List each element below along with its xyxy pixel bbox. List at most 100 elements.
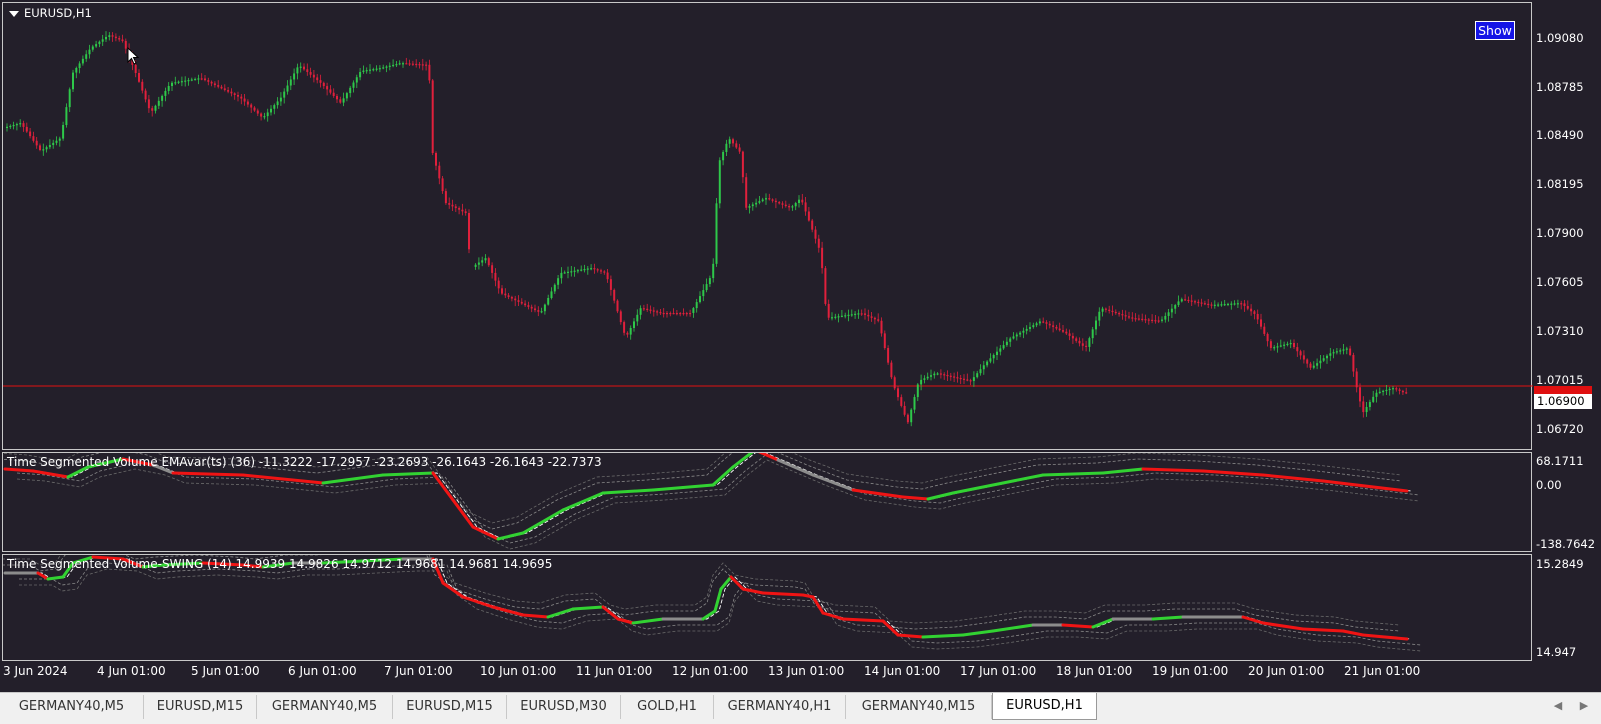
- candle-body: [982, 365, 985, 370]
- triangle-left-icon[interactable]: ◀: [1550, 697, 1566, 715]
- candle-body: [309, 72, 312, 75]
- candle-body: [111, 35, 114, 37]
- tab-eurusd-m30[interactable]: EURUSD,M30: [507, 695, 621, 719]
- candle-body: [1355, 371, 1358, 388]
- candle-body: [1276, 346, 1279, 348]
- candle-body: [860, 313, 863, 315]
- candle-body: [52, 142, 55, 146]
- candle-body: [1167, 312, 1170, 316]
- show-button[interactable]: Show: [1475, 21, 1515, 40]
- candle-body: [1385, 389, 1388, 392]
- candle-body: [48, 145, 51, 148]
- tsv-swing-line-segment: [1241, 615, 1265, 625]
- candle-body: [953, 376, 956, 378]
- candle-body: [1240, 303, 1243, 305]
- candle-body: [180, 81, 183, 83]
- candle-body: [576, 270, 579, 272]
- price-axis-label: 1.09080: [1536, 31, 1584, 45]
- candle-body: [1220, 304, 1223, 306]
- triangle-right-icon[interactable]: ▶: [1576, 697, 1592, 715]
- candle-body: [187, 80, 190, 82]
- chart-window[interactable]: EURUSD,H1 Show Time Segmented Volume EMA…: [0, 0, 1601, 692]
- tsv-emavar-line-segment: [851, 488, 905, 499]
- tab-germany40-m15[interactable]: GERMANY40,M15: [846, 695, 992, 719]
- candle-body: [190, 79, 193, 81]
- candle-body: [768, 198, 771, 200]
- candle-body: [95, 44, 98, 47]
- price-chart-pane[interactable]: EURUSD,H1 Show: [2, 2, 1533, 451]
- candle-body: [570, 271, 573, 273]
- tab-eurusd-h1[interactable]: EURUSD,H1: [992, 693, 1097, 720]
- candle-body: [778, 202, 781, 204]
- candle-body: [306, 69, 309, 73]
- candle-body: [956, 377, 959, 379]
- candlestick-chart[interactable]: [3, 3, 1533, 451]
- candle-body: [1217, 304, 1220, 306]
- tsv-swing-line-segment: [801, 593, 815, 599]
- candle-body: [1081, 343, 1084, 346]
- chart-symbol-title[interactable]: EURUSD,H1: [9, 6, 92, 20]
- candle-body: [428, 64, 431, 81]
- candle-body: [392, 64, 395, 67]
- candle-body: [484, 258, 487, 261]
- candle-body: [256, 110, 259, 114]
- candle-body: [9, 125, 12, 128]
- indicator-tsv-swing-pane[interactable]: Time Segmented Volume-SWING (14) 14.9939…: [2, 554, 1532, 661]
- collapse-triangle-icon[interactable]: [9, 10, 19, 17]
- candle-body: [1154, 320, 1157, 322]
- tsv-emavar-line-segment: [171, 471, 245, 477]
- candle-body: [164, 90, 167, 96]
- candle-body: [1362, 401, 1365, 413]
- candle-body: [821, 247, 824, 269]
- candle-body: [943, 374, 946, 376]
- candle-body: [141, 81, 144, 91]
- candle-body: [1388, 388, 1391, 391]
- candle-body: [332, 92, 335, 96]
- candle-body: [1345, 348, 1348, 350]
- candle-body: [603, 271, 606, 273]
- tab-eurusd-m15[interactable]: EURUSD,M15: [393, 695, 507, 719]
- candle-body: [138, 73, 140, 82]
- candle-body: [774, 200, 777, 203]
- tab-gold-h1[interactable]: GOLD,H1: [621, 695, 714, 719]
- candle-body: [1382, 390, 1385, 393]
- candle-body: [210, 81, 213, 84]
- candle-body: [827, 303, 830, 318]
- candle-body: [1170, 308, 1173, 313]
- candle-body: [867, 314, 870, 317]
- candle-body: [679, 313, 682, 315]
- tab-eurusd-m15[interactable]: EURUSD,M15: [144, 695, 257, 719]
- candle-body: [1253, 311, 1256, 314]
- tsv-swing-line-segment: [546, 607, 575, 619]
- candle-body: [98, 41, 101, 45]
- tsv-emavar-line-segment: [561, 491, 605, 512]
- tsv-swing-line-segment: [761, 591, 805, 597]
- candle-body: [662, 312, 665, 315]
- candle-body: [497, 280, 500, 289]
- candle-body: [600, 270, 602, 272]
- candle-body: [101, 39, 104, 42]
- tab-germany40-m5[interactable]: GERMANY40,M5: [0, 695, 144, 719]
- candle-body: [596, 269, 599, 271]
- candle-body: [75, 68, 78, 73]
- candle-body: [1078, 340, 1081, 344]
- candle-body: [642, 308, 645, 310]
- candle-body: [1035, 323, 1038, 326]
- candle-body: [388, 65, 391, 67]
- candle-body: [784, 204, 787, 207]
- candle-body: [1395, 388, 1398, 390]
- candle-body: [491, 265, 494, 273]
- candle-body: [534, 308, 536, 311]
- candle-body: [804, 202, 807, 212]
- candle-body: [1273, 347, 1276, 349]
- candle-body: [708, 278, 711, 285]
- candle-body: [154, 105, 157, 111]
- candle-body: [1203, 303, 1206, 305]
- indicator-tsv-emavar-pane[interactable]: Time Segmented Volume EMAvar(ts) (36) -1…: [2, 452, 1532, 552]
- tab-germany40-m5[interactable]: GERMANY40,M5: [257, 695, 393, 719]
- current-price-line-marker: [1534, 386, 1592, 394]
- time-axis-label: 12 Jun 01:00: [672, 664, 749, 678]
- candle-body: [461, 209, 464, 212]
- tsv-swing-line-segment: [521, 613, 550, 619]
- tab-germany40-h1[interactable]: GERMANY40,H1: [714, 695, 846, 719]
